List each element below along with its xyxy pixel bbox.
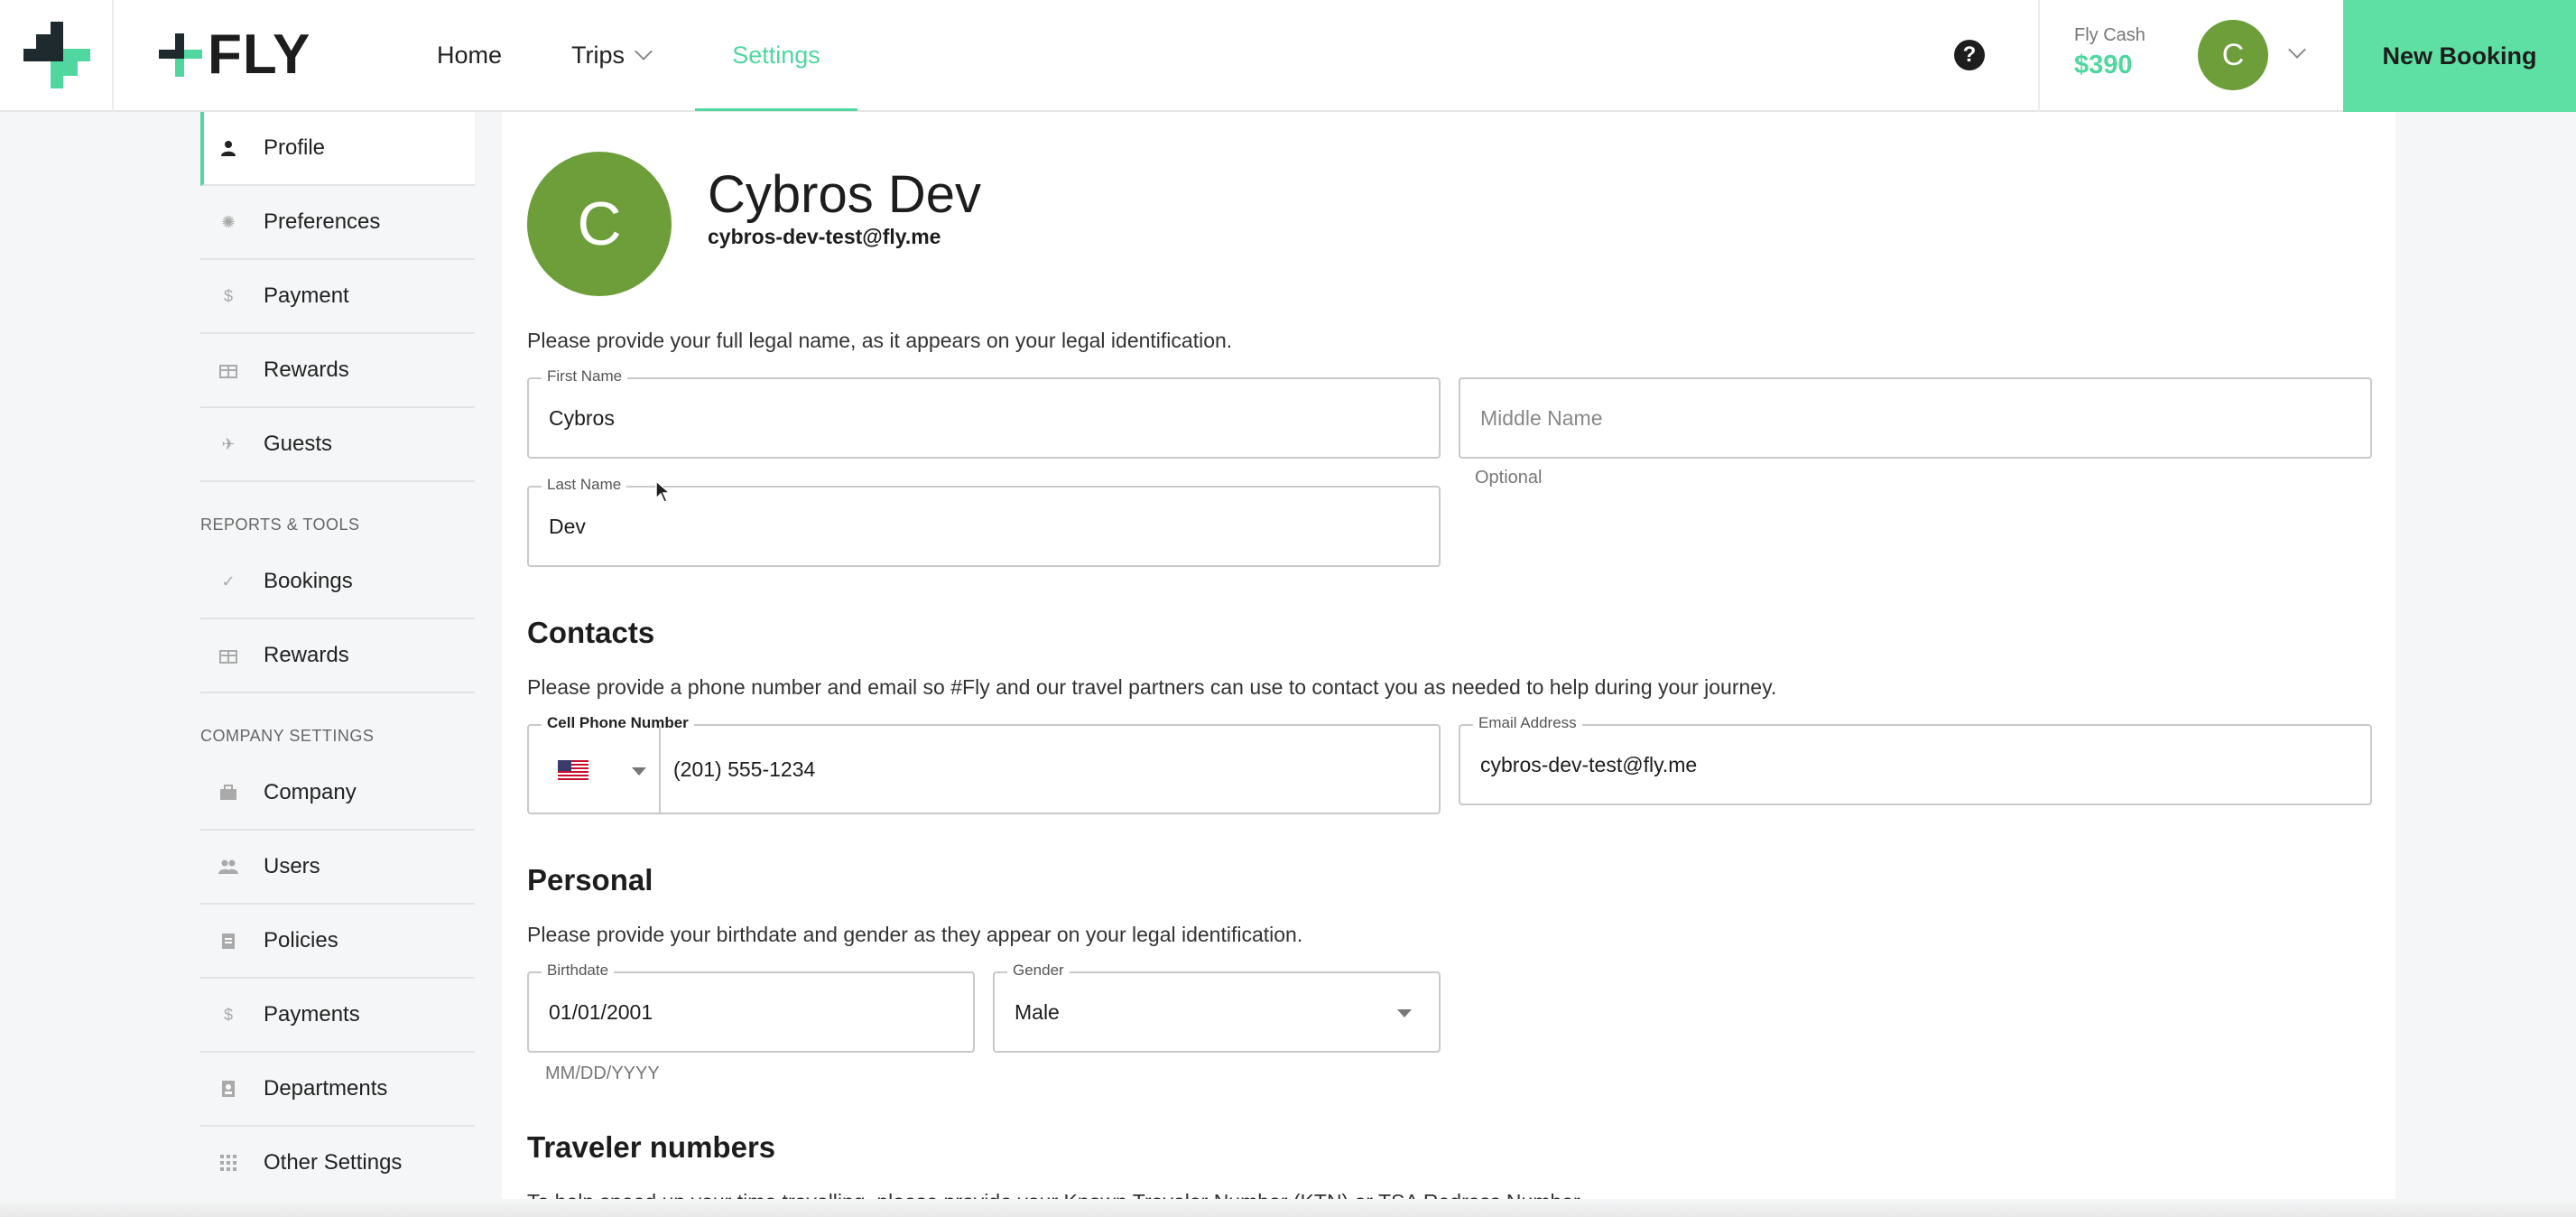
- sidebar-item-label: Company: [264, 780, 357, 804]
- profile-name: Cybros Dev: [708, 165, 981, 224]
- users-icon: [218, 857, 238, 877]
- logo-divider: [112, 0, 114, 112]
- contacts-instructions: Please provide a phone number and email …: [527, 675, 1777, 699]
- company-section-heading: COMPANY SETTINGS: [200, 727, 375, 745]
- mouse-cursor-icon: [655, 480, 672, 503]
- sidebar-item-profile[interactable]: Profile: [200, 112, 475, 186]
- gender-select[interactable]: Gender Male: [993, 962, 1441, 1053]
- gender-value: Male: [1015, 999, 1060, 1024]
- sidebar-item-reports-rewards[interactable]: Rewards: [200, 619, 475, 693]
- app-logo-icon[interactable]: [23, 22, 90, 88]
- fly-cash-value: $390: [2074, 51, 2133, 79]
- chevron-down-icon: [635, 42, 653, 60]
- phone-separator: [659, 726, 661, 813]
- settings-sidebar: Profile ✺ Preferences $ Payment Rewards …: [200, 112, 475, 1201]
- sidebar-item-label: Payments: [264, 1002, 360, 1027]
- phone-value: (201) 555-1234: [673, 757, 816, 781]
- fly-cash-label: Fly Cash: [2074, 25, 2145, 45]
- traveler-numbers-title: Traveler numbers: [527, 1130, 776, 1164]
- new-booking-button[interactable]: New Booking: [2343, 0, 2576, 112]
- contacts-title: Contacts: [527, 616, 655, 649]
- badge-icon: [218, 1079, 238, 1099]
- sidebar-item-company[interactable]: Company: [200, 757, 475, 831]
- sidebar-item-preferences[interactable]: ✺ Preferences: [200, 186, 475, 260]
- sidebar-item-label: Departments: [264, 1076, 388, 1101]
- phone-field[interactable]: Cell Phone Number (201) 555-1234: [527, 714, 1441, 814]
- nav-trips[interactable]: Trips: [571, 0, 653, 110]
- name-instructions: Please provide your full legal name, as …: [527, 329, 1233, 352]
- sidebar-item-label: Other Settings: [264, 1150, 403, 1175]
- profile-avatar[interactable]: C: [527, 152, 672, 296]
- sidebar-item-label: Preferences: [264, 209, 381, 234]
- help-icon[interactable]: ?: [1954, 40, 1985, 70]
- first-name-value: Cybros: [549, 405, 615, 430]
- sidebar-item-label: Rewards: [264, 643, 349, 667]
- birthdate-helper: MM/DD/YYYY: [545, 1064, 660, 1083]
- nav-home[interactable]: Home: [437, 0, 502, 110]
- sidebar-item-policies[interactable]: Policies: [200, 905, 475, 979]
- sidebar-item-label: Guests: [264, 432, 333, 456]
- sidebar-item-other-settings[interactable]: Other Settings: [200, 1127, 475, 1201]
- personal-title: Personal: [527, 863, 653, 896]
- gift-icon: [218, 360, 238, 380]
- sidebar-item-payments[interactable]: $ Payments: [200, 979, 475, 1053]
- user-avatar[interactable]: C: [2198, 20, 2268, 90]
- nav-trips-label: Trips: [571, 41, 625, 69]
- birthdate-value: 01/01/2001: [549, 999, 653, 1024]
- account-chevron-down-icon[interactable]: [2288, 41, 2306, 59]
- sidebar-item-bookings[interactable]: ✓ Bookings: [200, 545, 475, 619]
- nav-settings[interactable]: Settings: [695, 0, 857, 110]
- brand-name: FLY: [208, 23, 311, 86]
- sidebar-item-rewards[interactable]: Rewards: [200, 334, 475, 408]
- profile-card: C Cybros Dev cybros-dev-test@fly.me Plea…: [502, 112, 2395, 1217]
- sidebar-item-label: Profile: [264, 135, 326, 160]
- top-bar: FLY Home Trips Settings ? Fly Cash $390 …: [0, 0, 2576, 112]
- fly-hash-icon: [159, 33, 202, 77]
- middle-name-placeholder: Middle Name: [1480, 405, 1603, 430]
- middle-name-helper: Optional: [1475, 468, 1543, 488]
- birthdate-field[interactable]: Birthdate 01/01/2001: [527, 962, 975, 1053]
- reports-section-heading: REPORTS & TOOLS: [200, 516, 360, 534]
- gift-icon: [218, 646, 238, 665]
- nav-active-indicator: [695, 108, 857, 111]
- sidebar-item-label: Payment: [264, 283, 349, 308]
- phone-label: Cell Phone Number: [542, 714, 694, 732]
- clipboard-icon: [218, 931, 238, 951]
- dollar-icon: $: [223, 286, 233, 305]
- sidebar-item-label: Rewards: [264, 358, 349, 382]
- sidebar-item-users[interactable]: Users: [200, 831, 475, 905]
- profile-email: cybros-dev-test@fly.me: [708, 225, 941, 248]
- personal-instructions: Please provide your birthdate and gender…: [527, 923, 1303, 946]
- sidebar-item-label: Bookings: [264, 569, 353, 593]
- sidebar-item-payment[interactable]: $ Payment: [200, 260, 475, 334]
- gender-caret-down-icon: [1397, 1009, 1412, 1017]
- dollar-icon: $: [223, 1005, 233, 1024]
- person-icon: [218, 138, 238, 158]
- email-value: cybros-dev-test@fly.me: [1480, 752, 1698, 776]
- header-divider: [2038, 0, 2040, 112]
- sidebar-item-guests[interactable]: ✈ Guests: [200, 408, 475, 482]
- grid-icon: [218, 1153, 238, 1173]
- check-icon: ✓: [221, 571, 236, 590]
- country-caret-down-icon[interactable]: [632, 767, 646, 776]
- briefcase-icon: [218, 783, 238, 803]
- brand-logo[interactable]: FLY: [159, 27, 310, 83]
- sidebar-item-label: Users: [264, 854, 320, 878]
- last-name-value: Dev: [549, 514, 586, 538]
- email-field[interactable]: Email Address cybros-dev-test@fly.me: [1459, 714, 2372, 805]
- bottom-scroll-fade: [0, 1199, 2576, 1217]
- sidebar-item-departments[interactable]: Departments: [200, 1053, 475, 1127]
- sidebar-item-label: Policies: [264, 928, 338, 952]
- gear-icon: ✺: [221, 212, 236, 231]
- us-flag-icon[interactable]: [558, 760, 588, 780]
- plane-icon: ✈: [221, 434, 236, 453]
- first-name-field[interactable]: First Name Cybros: [527, 367, 1441, 459]
- middle-name-field[interactable]: Middle Name: [1459, 377, 2372, 459]
